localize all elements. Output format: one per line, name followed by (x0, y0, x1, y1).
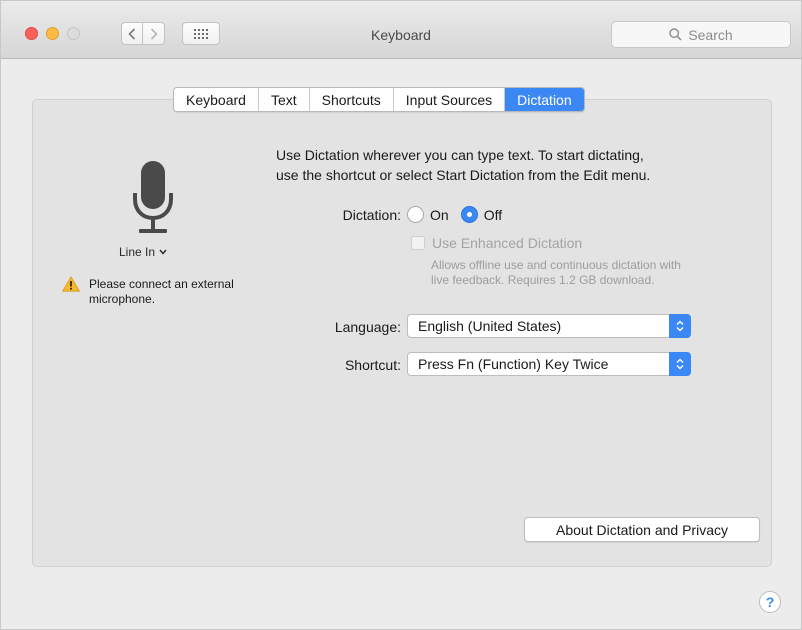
dictation-radio-group: On Off (407, 206, 502, 223)
help-button[interactable]: ? (759, 591, 781, 613)
microphone-warning: Please connect an external microphone. (89, 277, 234, 307)
enhanced-help-line-2: live feedback. Requires 1.2 GB download. (431, 273, 655, 287)
title-bar: Keyboard Search (1, 1, 801, 59)
description-line-1: Use Dictation wherever you can type text… (276, 147, 644, 163)
dictation-label: Dictation: (342, 207, 401, 223)
search-icon (669, 28, 682, 41)
input-source-label: Line In (119, 245, 156, 259)
updown-arrows-icon (669, 314, 691, 338)
language-label: Language: (334, 319, 401, 335)
enhanced-dictation-option: Use Enhanced Dictation (411, 235, 582, 251)
shortcut-label: Shortcut: (344, 357, 401, 373)
dictation-on-label[interactable]: On (430, 207, 449, 223)
tab-shortcuts[interactable]: Shortcuts (309, 88, 394, 111)
description-line-2: use the shortcut or select Start Dictati… (276, 167, 651, 183)
warning-icon (62, 276, 80, 292)
input-source-menu[interactable]: Line In (119, 245, 167, 259)
language-popup[interactable]: English (United States) (407, 314, 691, 338)
enhanced-dictation-help: Allows offline use and continuous dictat… (431, 258, 751, 288)
preferences-window: Keyboard Search Keyboard Text Shortcuts … (0, 0, 802, 630)
dictation-on-radio[interactable] (407, 206, 424, 223)
tab-keyboard[interactable]: Keyboard (174, 88, 259, 111)
shortcut-popup[interactable]: Press Fn (Function) Key Twice (407, 352, 691, 376)
warning-line-1: Please connect an external (89, 277, 234, 291)
search-field[interactable]: Search (611, 21, 791, 48)
shortcut-value: Press Fn (Function) Key Twice (418, 356, 609, 372)
dictation-off-radio[interactable] (460, 206, 478, 223)
tab-dictation[interactable]: Dictation (505, 88, 584, 111)
enhanced-dictation-checkbox[interactable] (411, 236, 425, 250)
updown-arrows-icon (669, 352, 691, 376)
language-value: English (United States) (418, 318, 562, 334)
about-dictation-privacy-button[interactable]: About Dictation and Privacy (524, 517, 760, 542)
enhanced-dictation-label: Use Enhanced Dictation (432, 235, 583, 251)
enhanced-help-line-1: Allows offline use and continuous dictat… (431, 258, 681, 272)
tab-input-sources[interactable]: Input Sources (393, 88, 506, 111)
warning-line-2: microphone. (89, 292, 156, 306)
tab-bar: Keyboard Text Shortcuts Input Sources Di… (173, 87, 585, 112)
microphone-icon (133, 161, 173, 233)
search-placeholder: Search (688, 26, 733, 43)
dictation-description: Use Dictation wherever you can type text… (276, 145, 756, 185)
dictation-off-label[interactable]: Off (484, 207, 502, 223)
tab-text[interactable]: Text (258, 88, 310, 111)
chevron-down-icon (159, 249, 167, 255)
